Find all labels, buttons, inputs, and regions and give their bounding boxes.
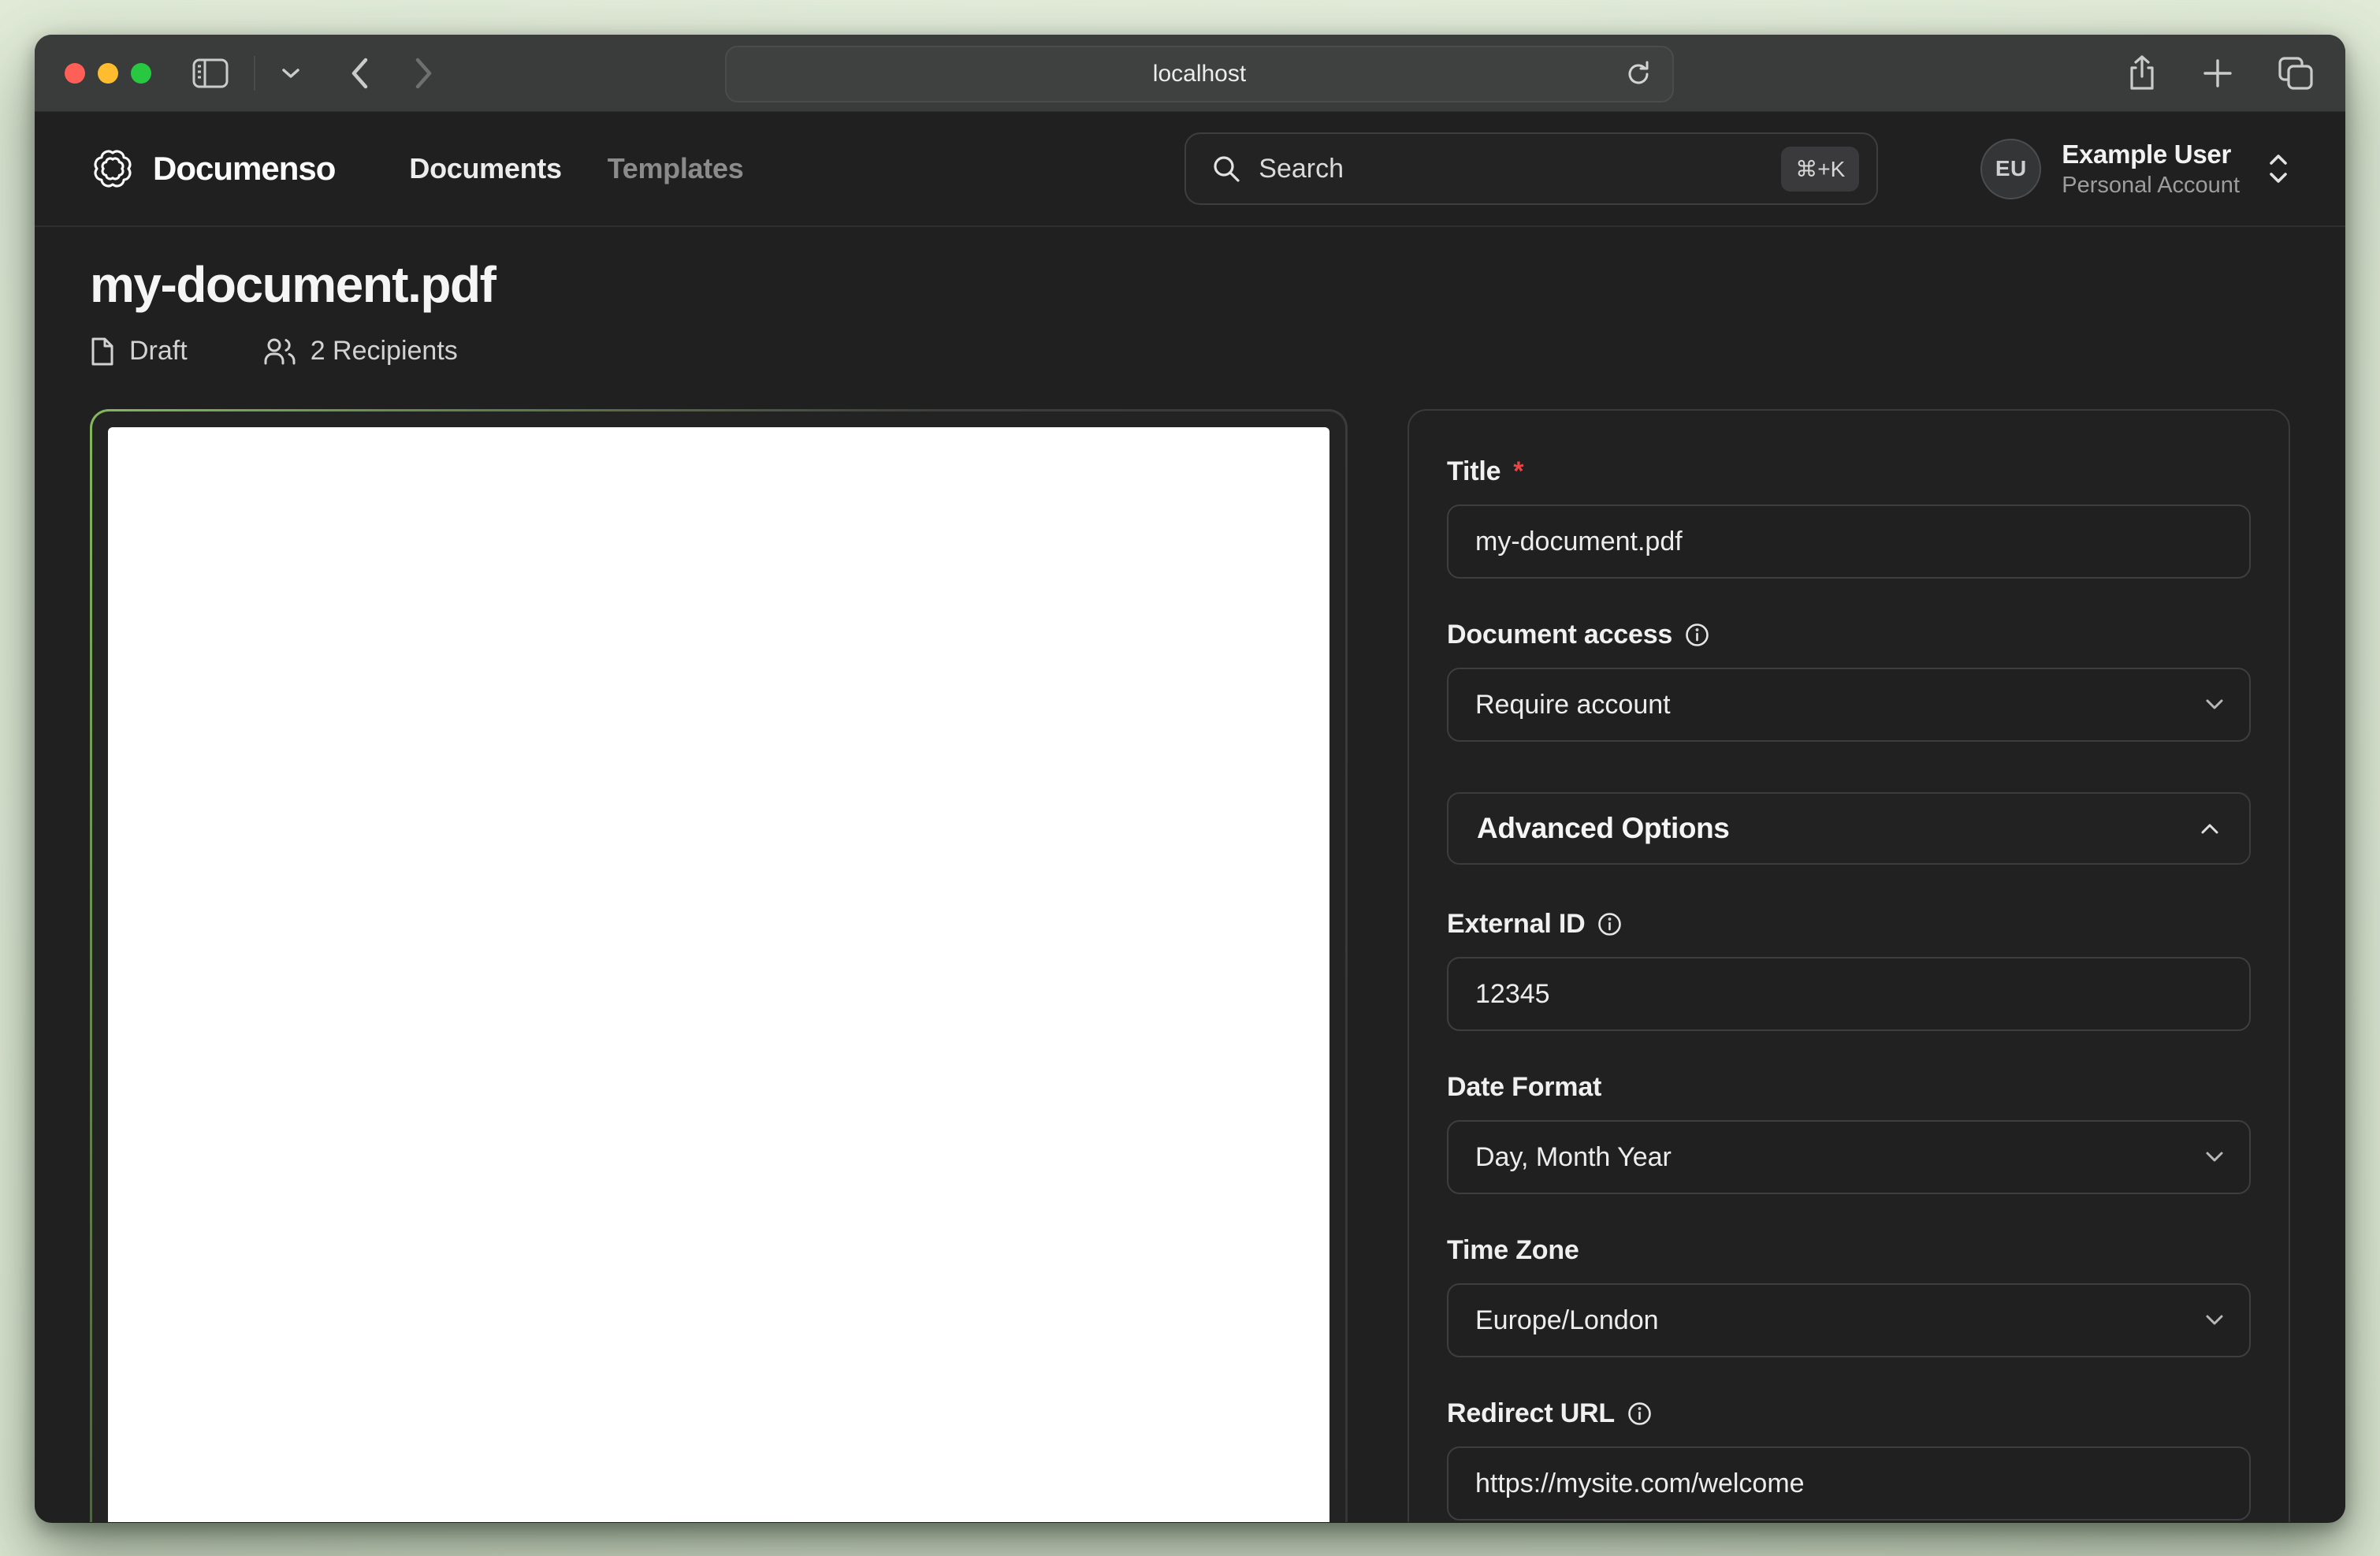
- document-edit-page: my-document.pdf Draft: [35, 227, 2345, 1522]
- title-label: Title: [1447, 456, 1501, 487]
- reload-icon: [1623, 59, 1653, 89]
- search-shortcut-badge: ⌘+K: [1781, 147, 1859, 192]
- time-zone-field-group: Time Zone Europe/London: [1447, 1235, 2251, 1357]
- search-bar[interactable]: ⌘+K: [1184, 132, 1878, 205]
- plus-icon: [2202, 58, 2233, 89]
- user-name: Example User: [2062, 140, 2240, 169]
- users-icon: [263, 337, 296, 366]
- date-format-value: Day, Month Year: [1475, 1142, 1672, 1173]
- share-icon: [2126, 54, 2158, 92]
- account-type: Personal Account: [2062, 173, 2240, 199]
- status-badge: Draft: [90, 336, 188, 367]
- browser-toolbar: localhost: [35, 35, 2345, 112]
- tab-overview-button[interactable]: [2278, 56, 2314, 91]
- redirect-url-input[interactable]: [1447, 1446, 2251, 1521]
- zoom-window-button[interactable]: [131, 63, 151, 84]
- chevron-left-icon: [348, 56, 370, 91]
- info-icon[interactable]: [1627, 1402, 1652, 1426]
- page-title: my-document.pdf: [90, 255, 2290, 314]
- info-icon[interactable]: [1597, 912, 1622, 936]
- close-window-button[interactable]: [65, 63, 85, 84]
- sidebar-toggle-button[interactable]: [192, 58, 229, 88]
- content-columns: Title * Document access: [90, 409, 2290, 1522]
- date-format-label: Date Format: [1447, 1072, 1601, 1103]
- document-access-field-group: Document access Require account: [1447, 620, 2251, 742]
- account-menu[interactable]: EU Example User Personal Account: [1980, 139, 2290, 199]
- forward-button[interactable]: [413, 56, 435, 91]
- documenso-logo-icon: [90, 146, 136, 192]
- tabs-overview-icon: [2278, 56, 2314, 91]
- external-id-label: External ID: [1447, 909, 1585, 940]
- document-meta: Draft 2 Recipients: [90, 336, 2290, 367]
- advanced-options-title: Advanced Options: [1477, 812, 1729, 845]
- required-asterisk: *: [1513, 456, 1523, 487]
- document-access-select[interactable]: Require account: [1447, 668, 2251, 742]
- date-format-field-group: Date Format Day, Month Year: [1447, 1072, 2251, 1194]
- search-icon: [1211, 154, 1241, 184]
- nav-templates[interactable]: Templates: [608, 152, 744, 185]
- toolbar-divider: [254, 56, 255, 91]
- new-tab-button[interactable]: [2202, 58, 2233, 89]
- external-id-input[interactable]: [1447, 957, 2251, 1031]
- back-button[interactable]: [348, 56, 370, 91]
- share-button[interactable]: [2126, 54, 2158, 92]
- logo-wordmark: Documenso: [153, 150, 335, 188]
- browser-window: localhost: [35, 35, 2345, 1523]
- sidebar-icon: [192, 58, 229, 88]
- document-access-value: Require account: [1475, 690, 1671, 720]
- reload-button[interactable]: [1623, 59, 1653, 89]
- app-root: Documenso Documents Templates ⌘+K EU: [35, 112, 2345, 1522]
- recipients-label: 2 Recipients: [311, 336, 458, 367]
- document-access-label: Document access: [1447, 620, 1672, 650]
- status-label: Draft: [129, 336, 188, 367]
- avatar: EU: [1980, 139, 2041, 199]
- address-bar-url: localhost: [1153, 61, 1246, 87]
- time-zone-label: Time Zone: [1447, 1235, 1579, 1266]
- chevron-down-icon: [2203, 698, 2226, 712]
- chevron-down-icon: [281, 67, 301, 80]
- redirect-url-label: Redirect URL: [1447, 1398, 1615, 1429]
- advanced-options-toggle[interactable]: Advanced Options: [1447, 792, 2251, 865]
- address-bar[interactable]: localhost: [725, 46, 1674, 102]
- tab-group-dropdown-button[interactable]: [281, 67, 301, 80]
- info-icon[interactable]: [1685, 623, 1709, 647]
- chevron-down-icon: [2203, 1150, 2226, 1164]
- file-icon: [90, 337, 115, 367]
- main-nav: Documents Templates: [409, 152, 743, 185]
- redirect-url-field-group: Redirect URL: [1447, 1398, 2251, 1521]
- time-zone-value: Europe/London: [1475, 1305, 1659, 1336]
- document-settings-panel: Title * Document access: [1408, 409, 2290, 1522]
- nav-documents[interactable]: Documents: [409, 152, 561, 185]
- recipients-badge: 2 Recipients: [263, 336, 458, 367]
- date-format-select[interactable]: Day, Month Year: [1447, 1120, 2251, 1194]
- document-preview-inner: [92, 411, 1345, 1522]
- document-preview-card: [90, 409, 1348, 1522]
- app-header: Documenso Documents Templates ⌘+K EU: [35, 112, 2345, 227]
- traffic-lights: [65, 63, 151, 84]
- minimize-window-button[interactable]: [98, 63, 118, 84]
- time-zone-select[interactable]: Europe/London: [1447, 1283, 2251, 1357]
- external-id-field-group: External ID: [1447, 909, 2251, 1031]
- title-field-group: Title *: [1447, 456, 2251, 579]
- chevrons-up-down-icon: [2267, 152, 2290, 185]
- chevron-right-icon: [413, 56, 435, 91]
- chevron-down-icon: [2203, 1313, 2226, 1327]
- title-input[interactable]: [1447, 504, 2251, 579]
- documenso-logo[interactable]: Documenso: [90, 146, 335, 192]
- search-input[interactable]: [1259, 154, 1764, 184]
- chevron-up-icon: [2199, 821, 2221, 836]
- pdf-page-preview[interactable]: [108, 427, 1329, 1522]
